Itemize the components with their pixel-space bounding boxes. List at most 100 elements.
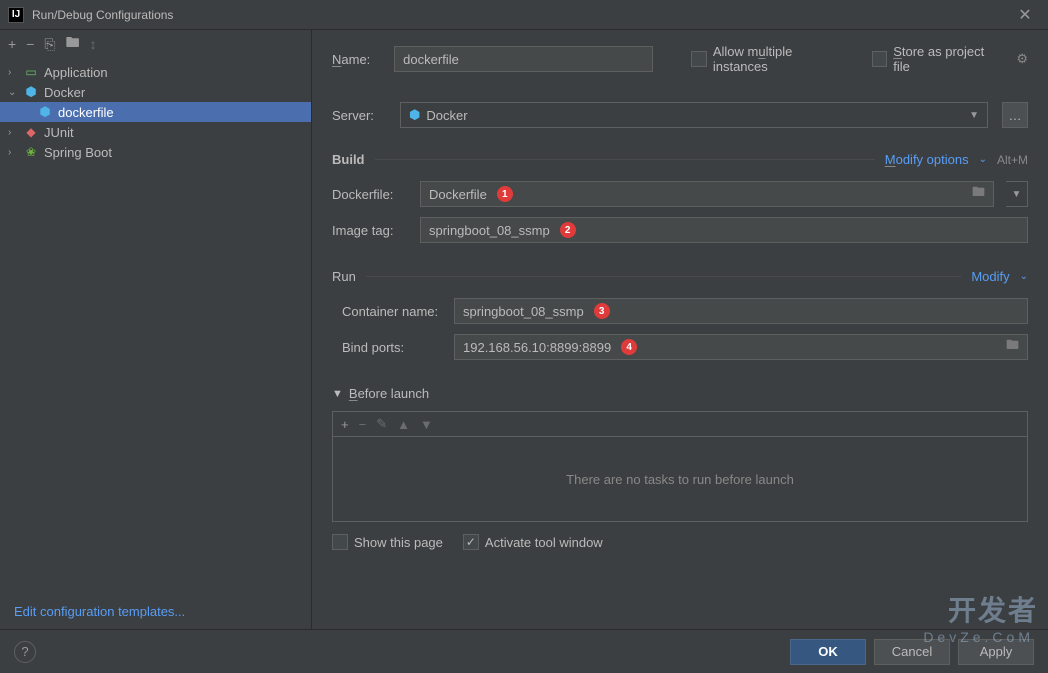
bind-ports-label: Bind ports:: [332, 340, 442, 355]
remove-icon[interactable]: −: [26, 36, 34, 52]
add-icon[interactable]: +: [8, 36, 16, 52]
server-row: Server: ⬢ Docker ▼ …: [332, 102, 1028, 128]
modify-run-link[interactable]: Modify: [971, 269, 1009, 284]
before-launch-header[interactable]: ▼ Before launch: [332, 386, 1028, 401]
chevron-right-icon: ›: [8, 67, 22, 78]
copy-icon[interactable]: ⎘: [44, 36, 55, 53]
run-section-header: Run Modify ⌄: [332, 269, 1028, 284]
folder-icon[interactable]: 🖿: [66, 32, 80, 56]
chevron-right-icon: ›: [8, 127, 22, 138]
image-tag-label: Image tag:: [332, 223, 408, 238]
activate-tool-label: Activate tool window: [485, 535, 603, 550]
chevron-right-icon: ›: [8, 147, 22, 158]
remove-icon[interactable]: −: [359, 417, 367, 432]
build-section-header: Build Modify options ⌄ Alt+M: [332, 152, 1028, 167]
tree-item-dockerfile[interactable]: ⬢ dockerfile: [0, 102, 311, 122]
junit-icon: ◆: [22, 125, 40, 139]
docker-icon: ⬢: [36, 104, 54, 120]
tree-item-application[interactable]: › ▭ Application: [0, 62, 311, 82]
allow-multiple-checkbox[interactable]: [691, 51, 706, 67]
chevron-down-icon[interactable]: ▼: [1006, 181, 1028, 207]
up-icon[interactable]: ▲: [397, 417, 410, 432]
build-title: Build: [332, 152, 365, 167]
modify-shortcut: Alt+M: [997, 153, 1028, 167]
chevron-down-icon: ⌄: [1020, 271, 1028, 282]
no-tasks-text: There are no tasks to run before launch: [566, 472, 794, 487]
badge-4: 4: [621, 339, 637, 355]
tree-item-docker[interactable]: ⌄ ⬢ Docker: [0, 82, 311, 102]
folder-icon[interactable]: 🖿: [1006, 336, 1019, 358]
ok-button[interactable]: OK: [790, 639, 866, 665]
container-name-value: springboot_08_ssmp: [463, 304, 584, 319]
cancel-button[interactable]: Cancel: [874, 639, 950, 665]
before-launch-toolbar: + − ✎ ▲ ▼: [332, 411, 1028, 436]
show-page-checkbox[interactable]: [332, 534, 348, 550]
chevron-down-icon: ▼: [969, 110, 979, 121]
image-tag-input[interactable]: springboot_08_ssmp 2: [420, 217, 1028, 243]
edit-icon[interactable]: ✎: [376, 416, 387, 432]
image-tag-value: springboot_08_ssmp: [429, 223, 550, 238]
window-title: Run/Debug Configurations: [32, 8, 1010, 22]
bottom-bar: ? OK Cancel Apply: [0, 629, 1048, 673]
server-label: Server:: [332, 108, 386, 123]
badge-3: 3: [594, 303, 610, 319]
sort-icon[interactable]: ↕: [90, 36, 97, 52]
store-project-checkbox-row[interactable]: Store as project file: [872, 44, 1001, 74]
modify-options-link[interactable]: Modify options: [885, 152, 969, 167]
chevron-down-icon: ▼: [332, 388, 343, 400]
before-launch-empty: There are no tasks to run before launch: [332, 436, 1028, 522]
store-project-checkbox[interactable]: [872, 51, 887, 67]
chevron-down-icon: ⌄: [979, 154, 987, 165]
docker-icon: ⬢: [409, 107, 420, 123]
dockerfile-row: Dockerfile: Dockerfile 1 🖿 ▼: [332, 181, 1028, 207]
name-row: Name: Allow multiple instances Store as …: [332, 44, 1028, 74]
server-select[interactable]: ⬢ Docker ▼: [400, 102, 988, 128]
bind-ports-row: Bind ports: 192.168.56.10:8899:8899 4 🖿: [332, 334, 1028, 360]
springboot-icon: ❀: [22, 145, 40, 159]
main-container: + − ⎘ 🖿 ↕ › ▭ Application ⌄ ⬢ Docker ⬢ d…: [0, 30, 1048, 629]
allow-multiple-label: Allow multiple instances: [713, 44, 846, 74]
allow-multiple-checkbox-row[interactable]: Allow multiple instances: [691, 44, 845, 74]
titlebar: IJ Run/Debug Configurations ✕: [0, 0, 1048, 30]
tree-item-junit[interactable]: › ◆ JUnit: [0, 122, 311, 142]
container-name-label: Container name:: [332, 304, 442, 319]
help-button[interactable]: ?: [14, 641, 36, 663]
activate-tool-checkbox[interactable]: [463, 534, 479, 550]
name-input[interactable]: [394, 46, 653, 72]
application-icon: ▭: [22, 65, 40, 79]
show-page-row[interactable]: Show this page: [332, 534, 443, 550]
dockerfile-value: Dockerfile: [429, 187, 487, 202]
server-value: Docker: [426, 108, 467, 123]
config-toolbar: + − ⎘ 🖿 ↕: [0, 30, 311, 58]
sidebar: + − ⎘ 🖿 ↕ › ▭ Application ⌄ ⬢ Docker ⬢ d…: [0, 30, 312, 629]
close-icon[interactable]: ✕: [1010, 5, 1040, 25]
image-tag-row: Image tag: springboot_08_ssmp 2: [332, 217, 1028, 243]
dockerfile-input[interactable]: Dockerfile 1 🖿: [420, 181, 994, 207]
config-tree: › ▭ Application ⌄ ⬢ Docker ⬢ dockerfile …: [0, 58, 311, 594]
chevron-down-icon: ⌄: [8, 87, 22, 98]
bind-ports-value: 192.168.56.10:8899:8899: [463, 340, 611, 355]
run-title: Run: [332, 269, 356, 284]
container-name-input[interactable]: springboot_08_ssmp 3: [454, 298, 1028, 324]
add-icon[interactable]: +: [341, 417, 349, 432]
server-browse-button[interactable]: …: [1002, 102, 1028, 128]
name-label: Name:: [332, 52, 382, 67]
edit-templates-link[interactable]: Edit configuration templates...: [0, 594, 311, 629]
container-name-row: Container name: springboot_08_ssmp 3: [332, 298, 1028, 324]
badge-1: 1: [497, 186, 513, 202]
before-launch-section: ▼ Before launch + − ✎ ▲ ▼ There are no t…: [332, 386, 1028, 550]
separator: [366, 276, 961, 277]
gear-icon[interactable]: ⚙: [1016, 51, 1028, 67]
dockerfile-label: Dockerfile:: [332, 187, 408, 202]
down-icon[interactable]: ▼: [420, 417, 433, 432]
tree-item-springboot[interactable]: › ❀ Spring Boot: [0, 142, 311, 162]
content-panel: Name: Allow multiple instances Store as …: [312, 30, 1048, 629]
badge-2: 2: [560, 222, 576, 238]
apply-button[interactable]: Apply: [958, 639, 1034, 665]
bottom-checkboxes: Show this page Activate tool window: [332, 534, 1028, 550]
bind-ports-input[interactable]: 192.168.56.10:8899:8899 4 🖿: [454, 334, 1028, 360]
activate-tool-row[interactable]: Activate tool window: [463, 534, 603, 550]
folder-icon[interactable]: 🖿: [972, 183, 985, 205]
docker-icon: ⬢: [22, 84, 40, 100]
show-page-label: Show this page: [354, 535, 443, 550]
